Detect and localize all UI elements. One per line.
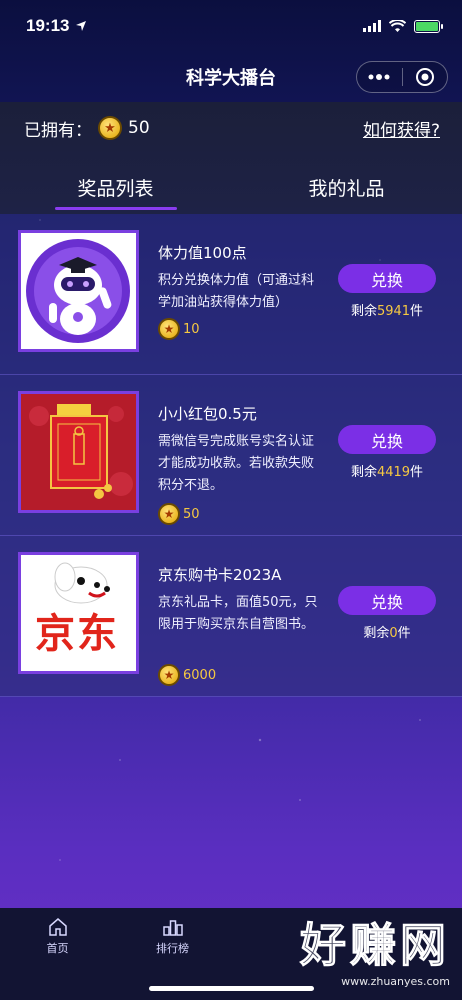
star-coin-icon: ★	[158, 664, 180, 686]
status-bar: 19:13	[0, 0, 462, 52]
prize-name: 体力值100点	[158, 244, 247, 262]
stock-prefix: 剩余	[350, 304, 377, 319]
location-arrow-icon	[76, 21, 87, 31]
tabbar-home[interactable]: 首页	[0, 918, 115, 956]
watermark: 好赚网 www.zhuanyes.com	[250, 909, 451, 989]
battery-icon	[414, 19, 443, 33]
prize-description: 京东礼品卡，面值50元，只限用于购买京东自营图书。	[158, 595, 318, 632]
stock-remaining: 剩余4419件	[338, 461, 436, 480]
stock-suffix: 件	[410, 304, 424, 319]
points-header: 已拥有： ★ 50 如何获得? 奖品列表 我的礼品	[0, 102, 462, 214]
stock-remaining: 剩余0件	[338, 622, 436, 641]
jd-logo-text: 京东	[35, 611, 119, 657]
star-coin-icon: ★	[158, 503, 180, 525]
owned-points-value: 50	[128, 118, 150, 138]
prize-price: ★ 50	[158, 503, 200, 525]
close-mini-program-button[interactable]	[403, 62, 448, 92]
stock-suffix: 件	[397, 626, 411, 641]
tabbar-label: 首页	[46, 942, 69, 955]
mini-program-capsule	[356, 61, 448, 93]
star-coin-icon: ★	[158, 318, 180, 340]
signal-icon	[363, 20, 381, 32]
owned-points: 已拥有： ★ 50	[24, 116, 150, 141]
home-indicator	[149, 986, 314, 991]
stock-count: 0	[389, 626, 398, 641]
home-icon	[48, 918, 67, 936]
wifi-icon	[389, 19, 406, 32]
tab-my-gifts[interactable]: 我的礼品	[231, 160, 462, 214]
stock-count: 4419	[376, 465, 411, 480]
tabs: 奖品列表 我的礼品	[0, 160, 462, 214]
redeem-button[interactable]: 兑换	[338, 264, 436, 293]
price-value: 50	[183, 506, 200, 522]
stock-suffix: 件	[410, 465, 424, 480]
how-to-earn-link[interactable]: 如何获得?	[363, 116, 440, 141]
prize-item-red-packet: 小小红包0.5元 需微信号完成账号实名认证才能成功收款。若收款失败积分不退。 ★…	[0, 375, 462, 536]
nav-bar: 科学大播台	[0, 52, 462, 102]
jd-logo-image: 京东	[18, 552, 139, 674]
redeem-button[interactable]: 兑换	[338, 425, 436, 454]
page-title: 科学大播台	[186, 68, 276, 89]
status-time: 19:13	[26, 16, 70, 35]
red-packet-image	[18, 391, 139, 513]
owned-row: 已拥有： ★ 50 如何获得?	[24, 114, 440, 142]
ranking-icon	[162, 920, 183, 936]
prize-name: 京东购书卡2023A	[158, 566, 282, 584]
tabbar-ranking[interactable]: 排行榜	[115, 918, 230, 956]
robot-image	[18, 230, 139, 352]
prize-description: 需微信号完成账号实名认证才能成功收款。若收款失败积分不退。	[158, 434, 315, 493]
prize-price: ★ 6000	[158, 664, 216, 686]
prize-name: 小小红包0.5元	[158, 405, 257, 423]
owned-label: 已拥有：	[24, 120, 92, 141]
price-value: 6000	[183, 667, 217, 683]
prize-item-jd-card: 京东 京东购书卡2023A 京东礼品卡，面值50元，只限用于购买京东自营图书。 …	[0, 536, 462, 697]
tab-prize-list[interactable]: 奖品列表	[0, 160, 231, 214]
stock-prefix: 剩余	[363, 626, 390, 641]
tabbar-label: 排行榜	[156, 942, 189, 955]
more-button[interactable]	[357, 62, 402, 92]
prize-list: 体力值100点 积分兑换体力值（可通过科学加油站获得体力值） ★ 10 兑换 剩…	[0, 214, 462, 697]
prize-description: 积分兑换体力值（可通过科学加油站获得体力值）	[158, 273, 315, 310]
price-value: 10	[183, 321, 200, 337]
target-close-icon	[415, 68, 434, 86]
tab-label: 奖品列表	[77, 177, 154, 200]
star-coin-icon: ★	[98, 116, 122, 140]
stock-prefix: 剩余	[350, 465, 377, 480]
prize-price: ★ 10	[158, 318, 200, 340]
more-dots-icon	[368, 74, 390, 80]
prize-item-stamina: 体力值100点 积分兑换体力值（可通过科学加油站获得体力值） ★ 10 兑换 剩…	[0, 214, 462, 375]
tab-label: 我的礼品	[308, 177, 385, 200]
stock-count: 5941	[376, 304, 411, 319]
stock-remaining: 剩余5941件	[338, 300, 436, 319]
redeem-button[interactable]: 兑换	[338, 586, 436, 615]
watermark-logo: 好赚网	[300, 918, 450, 973]
